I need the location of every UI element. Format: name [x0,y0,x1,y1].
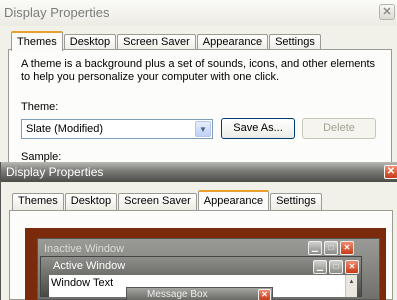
front-window-title: Display Properties [6,165,104,179]
back-window-close-icon[interactable]: ✕ [379,4,395,20]
close-icon: ✕ [258,289,271,300]
tab-screen-saver[interactable]: Screen Saver [118,193,197,210]
tab-desktop[interactable]: Desktop [64,193,118,210]
tab-themes[interactable]: Themes [11,31,63,51]
front-window-close-icon[interactable]: ✕ [384,165,397,179]
back-window-title: Display Properties [4,5,110,20]
preview-scrollbar: ▲ [345,275,357,297]
close-icon: ✕ [345,260,359,274]
inactive-window-buttons: ▁ □ ✕ [308,241,354,255]
maximize-icon: □ [329,260,343,274]
close-icon: ✕ [340,241,354,255]
inactive-window-title: Inactive Window [44,243,125,255]
minimize-icon: ▁ [308,241,322,255]
theme-select[interactable]: Slate (Modified) ▼ [21,119,213,139]
tab-themes[interactable]: Themes [12,193,64,210]
front-window-titlebar[interactable]: Display Properties ✕ [1,162,397,182]
message-box-title: Message Box [147,289,208,300]
window-text: Window Text [51,277,114,289]
themes-description: A theme is a background plus a set of so… [21,58,376,83]
theme-label: Theme: [21,101,59,113]
front-window-tabs: Themes Desktop Screen Saver Appearance S… [12,190,323,210]
preview-message-box: Message Box ✕ [126,287,273,300]
tab-appearance[interactable]: Appearance [197,190,270,210]
active-window-buttons: ▁ □ ✕ [313,260,359,274]
active-window-title: Active Window [53,260,126,272]
tab-settings[interactable]: Settings [270,193,322,210]
theme-select-value: Slate (Modified) [26,123,104,135]
scroll-up-icon: ▲ [348,279,355,285]
back-window-titlebar[interactable]: Display Properties ✕ [0,0,397,26]
maximize-icon: □ [324,241,338,255]
save-as-button[interactable]: Save As... [221,118,295,139]
minimize-icon: ▁ [313,260,327,274]
chevron-down-icon[interactable]: ▼ [195,121,211,137]
delete-button[interactable]: Delete [302,118,376,139]
back-window-tabs: Themes Desktop Screen Saver Appearance S… [11,31,322,51]
